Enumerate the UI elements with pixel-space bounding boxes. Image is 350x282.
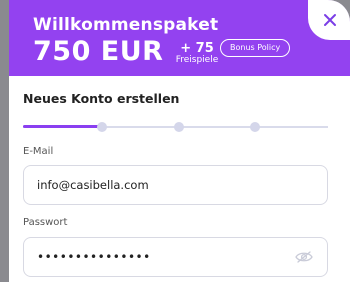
password-value: ••••••••••••••• [37, 250, 151, 264]
step-dot-3 [174, 122, 184, 132]
email-field[interactable]: info@casibella.com [23, 165, 328, 205]
bonus-policy-button[interactable]: Bonus Policy [220, 39, 291, 57]
eye-off-icon[interactable] [295, 250, 313, 264]
banner-title: Willkommenspaket [33, 15, 219, 35]
progress-fill [23, 125, 99, 128]
welcome-banner: Willkommenspaket 750 EUR + 75 Freispiele… [9, 0, 350, 76]
password-label: Passwort [23, 217, 68, 228]
registration-modal: Willkommenspaket 750 EUR + 75 Freispiele… [9, 0, 350, 282]
password-field[interactable]: ••••••••••••••• [23, 237, 328, 277]
close-icon [324, 14, 336, 26]
bonus-amount: 750 EUR [33, 36, 164, 67]
free-spins-label: Freispiele [175, 55, 219, 65]
email-label: E-Mail [23, 146, 54, 157]
form-title: Neues Konto erstellen [23, 91, 180, 106]
step-dot-2 [97, 122, 107, 132]
step-dot-4 [250, 122, 260, 132]
step-progress [23, 121, 328, 133]
close-button[interactable] [308, 0, 350, 40]
